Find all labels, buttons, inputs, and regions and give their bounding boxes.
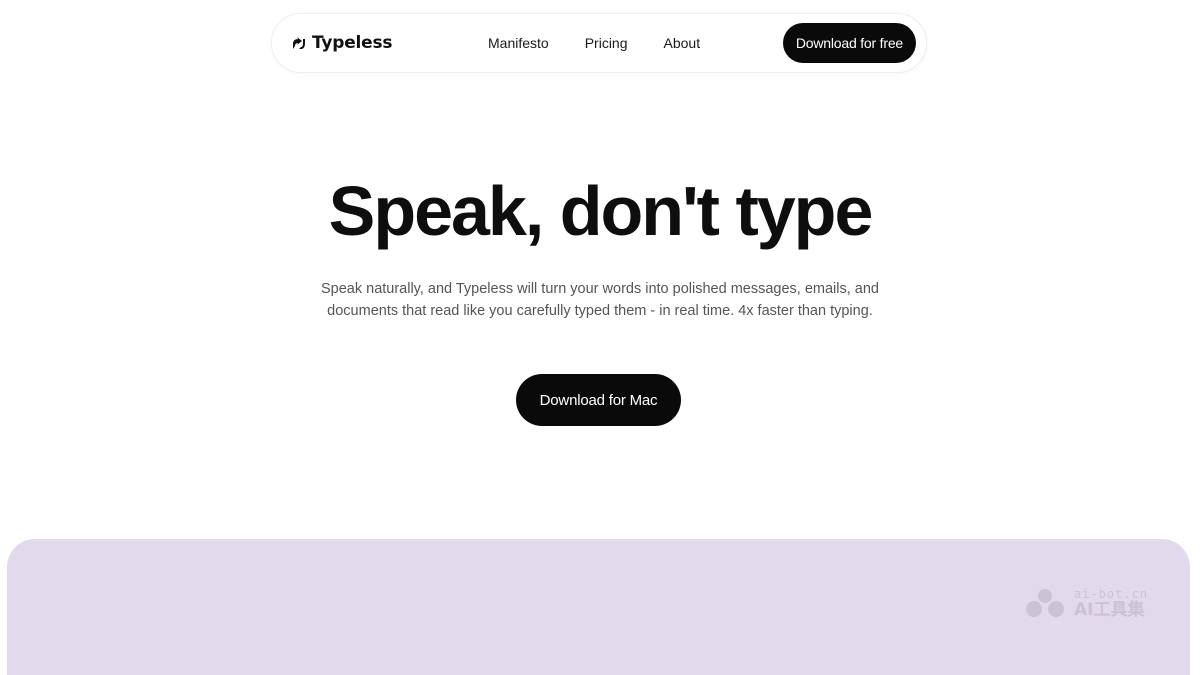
nav-links: Manifesto Pricing About	[488, 35, 783, 51]
brand[interactable]: Typeless	[292, 33, 472, 53]
download-for-mac-button[interactable]: Download for Mac	[516, 374, 681, 426]
nav-link-about[interactable]: About	[664, 35, 701, 51]
watermark: ai-bot.cn AI工具集	[1022, 586, 1148, 620]
watermark-text: ai-bot.cn AI工具集	[1074, 588, 1148, 619]
nav-link-manifesto[interactable]: Manifesto	[488, 35, 549, 51]
typeless-logo-icon	[293, 37, 305, 49]
nav-link-pricing[interactable]: Pricing	[585, 35, 628, 51]
download-for-free-button[interactable]: Download for free	[782, 23, 916, 63]
preview-panel	[7, 539, 1190, 675]
watermark-url: ai-bot.cn	[1074, 586, 1149, 601]
top-navbar: Typeless Manifesto Pricing About Downloa…	[271, 13, 927, 73]
hero-subtitle-line-2: documents that read like you carefully t…	[327, 303, 873, 319]
hero-title: Speak, don't type	[328, 172, 874, 250]
watermark-logo-icon	[1026, 589, 1064, 617]
watermark-name: AI工具集	[1074, 599, 1145, 620]
hero-subtitle-line-1: Speak naturally, and Typeless will turn …	[320, 281, 879, 297]
hero-subtitle: Speak naturally, and Typeless will turn …	[300, 278, 900, 322]
brand-name: Typeless	[312, 33, 393, 53]
page: Typeless Manifesto Pricing About Downloa…	[0, 0, 1200, 675]
